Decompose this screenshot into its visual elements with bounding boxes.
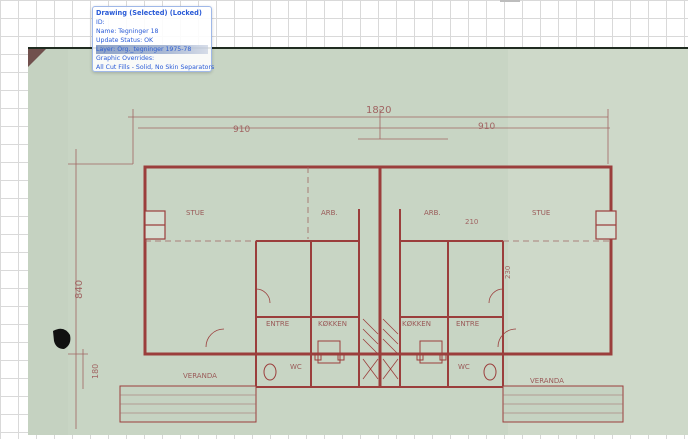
dim-small: 210 (465, 218, 478, 226)
scrollbar-stub[interactable] (500, 0, 520, 2)
tooltip-update-status: Update Status: OK (96, 37, 154, 44)
dim-bath: 230 (504, 266, 512, 279)
floor-plan-svg: 1820 910 910 840 180 210 230 STUE STUE A… (28, 49, 688, 435)
room-wc-left: WC (290, 363, 302, 371)
room-stue-right: STUE (532, 209, 550, 217)
room-entre-left: ENTRE (266, 320, 289, 328)
tooltip-id: ID: (96, 19, 105, 26)
dim-height: 840 (74, 280, 85, 299)
tooltip-title: Drawing (Selected) (Locked) (96, 9, 202, 17)
room-wc-right: WC (458, 363, 470, 371)
drawing-canvas[interactable]: 1820 910 910 840 180 210 230 STUE STUE A… (0, 0, 688, 435)
scanned-floor-plan[interactable]: 1820 910 910 840 180 210 230 STUE STUE A… (28, 49, 688, 435)
dim-overall: 1820 (366, 105, 391, 116)
room-entre-right: ENTRE (456, 320, 479, 328)
dim-left: 910 (233, 125, 250, 135)
room-veranda-left: VERANDA (183, 372, 217, 380)
room-stue-left: STUE (186, 209, 204, 217)
room-veranda-right: VERANDA (530, 377, 564, 385)
tooltip-fills: All Cut Fills - Solid, No Skin Separator… (96, 64, 215, 71)
room-kokken-right: KØKKEN (402, 320, 431, 328)
tooltip-layer: Layer: Org._tegninger 1975-78 (96, 45, 208, 54)
room-kokken-left: KØKKEN (318, 320, 347, 328)
room-arb-right: ARB. (424, 209, 441, 217)
paper-shade-left (28, 49, 68, 435)
room-arb-left: ARB. (321, 209, 338, 217)
dim-right: 910 (478, 122, 495, 132)
element-info-tooltip: Drawing (Selected) (Locked) ID: Name: Te… (92, 6, 215, 72)
tooltip-graphic-overrides: Graphic Overrides: (96, 55, 155, 62)
tooltip-name: Name: Tegninger 18 (96, 28, 159, 35)
dim-veranda: 180 (91, 364, 100, 379)
